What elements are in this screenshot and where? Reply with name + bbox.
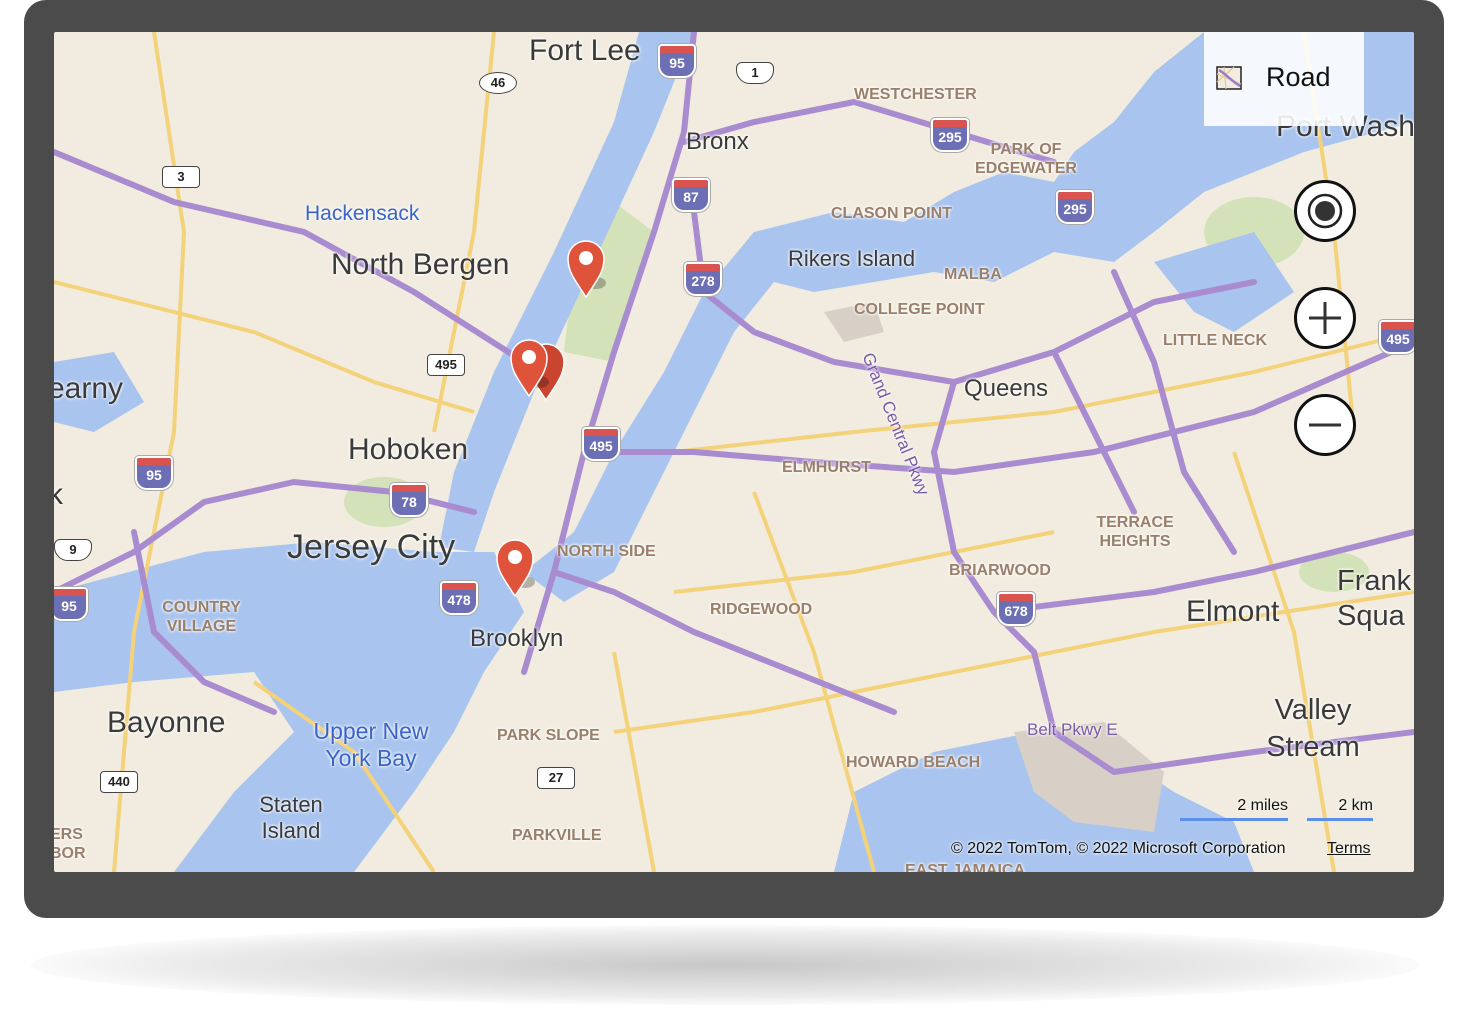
location-pin-icon[interactable] <box>566 239 606 299</box>
map-style-label: Road <box>1266 62 1331 92</box>
map-base-layer <box>54 32 1414 872</box>
device-shadow <box>30 925 1420 1005</box>
interstate-shield: 295 <box>1056 190 1094 224</box>
city-label: Hoboken <box>348 433 469 466</box>
neighborhood-label: RIDGEWOOD <box>710 601 813 618</box>
route-shield: 9 <box>54 539 92 561</box>
interstate-shield: 295 <box>931 118 969 152</box>
water-bodies <box>54 32 1414 872</box>
city-label: Fort Lee <box>529 34 641 67</box>
neighborhood-label: ELMHURST <box>782 459 871 476</box>
neighborhood-label: WESTCHESTER <box>854 86 977 103</box>
town-label: Valley Stream <box>1266 694 1360 763</box>
attribution-text: © 2022 TomTom, © 2022 Microsoft Corporat… <box>951 840 1286 857</box>
interstate-shield: 478 <box>440 581 478 615</box>
neighborhood-label: BRIARWOOD <box>949 562 1051 579</box>
neighborhood-label: PARK SLOPE <box>497 727 600 744</box>
scale-km-label: 2 km <box>1338 797 1373 814</box>
neighborhood-label: LITTLE NECK <box>1163 332 1267 349</box>
neighborhood-label: HOWARD BEACH <box>846 754 981 771</box>
neighborhood-label: EAST JAMAICA <box>905 862 1026 872</box>
neighborhood-label: NORTH SIDE <box>557 543 656 560</box>
route-shield: 1 <box>736 62 774 84</box>
route-shield: 3 <box>162 166 200 188</box>
scale-miles-label: 2 miles <box>1237 797 1288 814</box>
neighborhood-label: PARK OF EDGEWATER <box>975 141 1077 177</box>
locate-me-button[interactable] <box>1294 180 1356 242</box>
neighborhood-label: PARKVILLE <box>512 827 602 844</box>
neighborhood-label: COLLEGE POINT <box>854 301 985 318</box>
neighborhood-label: CLASON POINT <box>831 205 952 222</box>
map-style-selector[interactable]: Road <box>1204 32 1364 126</box>
city-label: Bronx <box>686 128 749 155</box>
zoom-in-button[interactable] <box>1294 287 1356 349</box>
target-icon <box>1307 193 1343 229</box>
city-label: Jersey City <box>287 528 456 566</box>
zoom-out-button[interactable] <box>1294 394 1356 456</box>
interstate-shield: 95 <box>54 587 88 621</box>
interstate-shield: 78 <box>390 483 428 517</box>
water-label: Hackensack <box>305 202 420 225</box>
interstate-shield: 678 <box>997 592 1035 626</box>
neighborhood-label: TERRACE HEIGHTS <box>1096 514 1174 550</box>
interstate-shield: 87 <box>672 178 710 212</box>
minus-icon <box>1309 423 1341 427</box>
route-shield: 46 <box>479 72 517 94</box>
town-label: Staten Island <box>259 792 323 843</box>
route-shield: 495 <box>427 354 465 376</box>
road-label: Belt Pkwy E <box>1027 720 1118 739</box>
city-label: k <box>54 478 63 511</box>
city-label: earny <box>54 372 124 405</box>
town-label: Frank Squa <box>1337 565 1412 632</box>
city-label: Bayonne <box>107 706 226 739</box>
water-label: Upper New York Bay <box>313 718 429 771</box>
city-label: North Bergen <box>331 248 510 281</box>
road-map-style-icon <box>1216 66 1242 90</box>
map-view[interactable]: Fort Lee Bronx North Bergen Hoboken Jers… <box>54 32 1414 872</box>
neighborhood-label: MALBA <box>944 266 1002 283</box>
scale-bar-miles: 2 miles <box>1180 797 1288 821</box>
interstate-shield: 95 <box>658 44 696 78</box>
location-pin-icon[interactable] <box>495 538 535 598</box>
interstate-shield: 495 <box>582 427 620 461</box>
city-label: Brooklyn <box>470 625 564 652</box>
location-pin-icon[interactable] <box>509 338 549 398</box>
interstate-shield: 278 <box>684 262 722 296</box>
city-label: Queens <box>964 375 1049 402</box>
terms-link[interactable]: Terms <box>1327 840 1371 858</box>
route-shield: 440 <box>100 771 138 793</box>
scale-bar-km: 2 km <box>1307 797 1373 821</box>
plus-icon <box>1309 302 1341 334</box>
city-label: Elmont <box>1186 595 1280 628</box>
town-label: Rikers Island <box>788 246 916 271</box>
route-shield: 27 <box>537 767 575 789</box>
interstate-shield: 495 <box>1379 320 1414 354</box>
neighborhood-label: COUNTRY VILLAGE <box>162 599 241 635</box>
device-frame: Fort Lee Bronx North Bergen Hoboken Jers… <box>24 0 1444 918</box>
interstate-shield: 95 <box>135 456 173 490</box>
neighborhood-label: ERS BOR <box>54 826 86 862</box>
